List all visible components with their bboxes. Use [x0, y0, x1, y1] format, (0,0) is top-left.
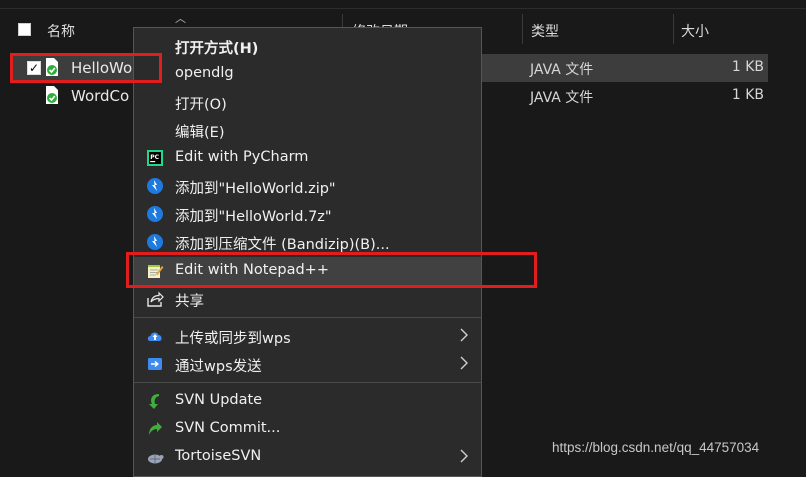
wps-send-icon	[148, 358, 162, 370]
column-size[interactable]: 大小	[681, 21, 709, 41]
menu-item-label: 编辑(E)	[175, 125, 225, 141]
watermark-text: https://blog.csdn.net/qq_44757034	[552, 440, 760, 455]
menu-item-label: SVN Update	[175, 392, 263, 408]
column-name[interactable]: 名称	[47, 21, 75, 41]
tortoisesvn-icon	[148, 454, 164, 464]
menu-item-tortoisesvn[interactable]: TortoiseSVN	[134, 443, 481, 471]
column-divider[interactable]	[673, 14, 674, 44]
menu-item-open-with[interactable]: 打开方式(H)	[134, 32, 481, 60]
menu-separator	[134, 382, 481, 383]
svn-update-icon	[149, 394, 159, 409]
file-size: 1 KB	[731, 87, 764, 103]
column-type[interactable]: 类型	[531, 21, 559, 41]
share-icon	[147, 291, 164, 307]
select-all-checkbox[interactable]	[18, 23, 31, 36]
submenu-chevron-right-icon	[460, 356, 468, 370]
menu-item-label: TortoiseSVN	[175, 448, 262, 464]
file-type: JAVA 文件	[530, 90, 594, 106]
menu-item-label: 添加到压缩文件 (Bandizip)(B)...	[175, 237, 390, 253]
highlight-box-notepad-item	[126, 252, 537, 288]
file-type: JAVA 文件	[530, 62, 594, 78]
menu-item-edit[interactable]: 编辑(E)	[134, 116, 481, 144]
menu-item-add-to-7z[interactable]: 添加到"HelloWorld.7z"	[134, 200, 481, 228]
column-divider[interactable]	[522, 14, 523, 44]
menu-item-svn-commit[interactable]: SVN Commit...	[134, 415, 481, 443]
menu-item-label: 添加到"HelloWorld.zip"	[175, 181, 336, 197]
file-name: WordCo	[71, 87, 130, 105]
menu-item-label: 添加到"HelloWorld.7z"	[175, 209, 332, 225]
menu-item-wps-upload[interactable]: 上传或同步到wps	[134, 322, 481, 350]
menu-item-label: Edit with PyCharm	[175, 149, 309, 165]
window-top-border	[0, 8, 806, 9]
menu-item-svn-update[interactable]: SVN Update	[134, 387, 481, 415]
menu-item-edit-with-pycharm[interactable]: PC Edit with PyCharm	[134, 144, 481, 172]
menu-item-label: 打开(O)	[175, 97, 227, 113]
file-size: 1 KB	[731, 59, 764, 75]
menu-item-add-to-zip[interactable]: 添加到"HelloWorld.zip"	[134, 172, 481, 200]
menu-item-open[interactable]: 打开(O)	[134, 88, 481, 116]
java-file-icon	[46, 86, 58, 104]
menu-item-share[interactable]: 共享	[134, 285, 481, 313]
menu-item-label: 打开方式(H)	[175, 41, 259, 57]
menu-item-label: 上传或同步到wps	[175, 331, 291, 347]
menu-item-opendlg[interactable]: opendlg	[134, 60, 481, 88]
svg-text:PC: PC	[150, 154, 159, 161]
bandizip-icon	[147, 234, 163, 250]
bandizip-icon	[147, 178, 163, 194]
menu-item-label: SVN Commit...	[175, 420, 281, 436]
submenu-chevron-right-icon	[460, 449, 468, 463]
bandizip-icon	[147, 206, 163, 222]
submenu-chevron-right-icon	[460, 328, 468, 342]
highlight-box-selected-file	[10, 53, 162, 83]
svn-commit-icon	[149, 422, 162, 435]
wps-upload-icon	[147, 332, 162, 341]
menu-item-label: 共享	[175, 294, 204, 310]
sort-ascending-icon: ︿	[175, 12, 186, 25]
menu-item-label: opendlg	[175, 65, 234, 81]
pycharm-icon: PC	[147, 150, 163, 166]
menu-separator	[134, 317, 481, 318]
menu-item-wps-send[interactable]: 通过wps发送	[134, 350, 481, 378]
menu-item-label: 通过wps发送	[175, 359, 262, 375]
